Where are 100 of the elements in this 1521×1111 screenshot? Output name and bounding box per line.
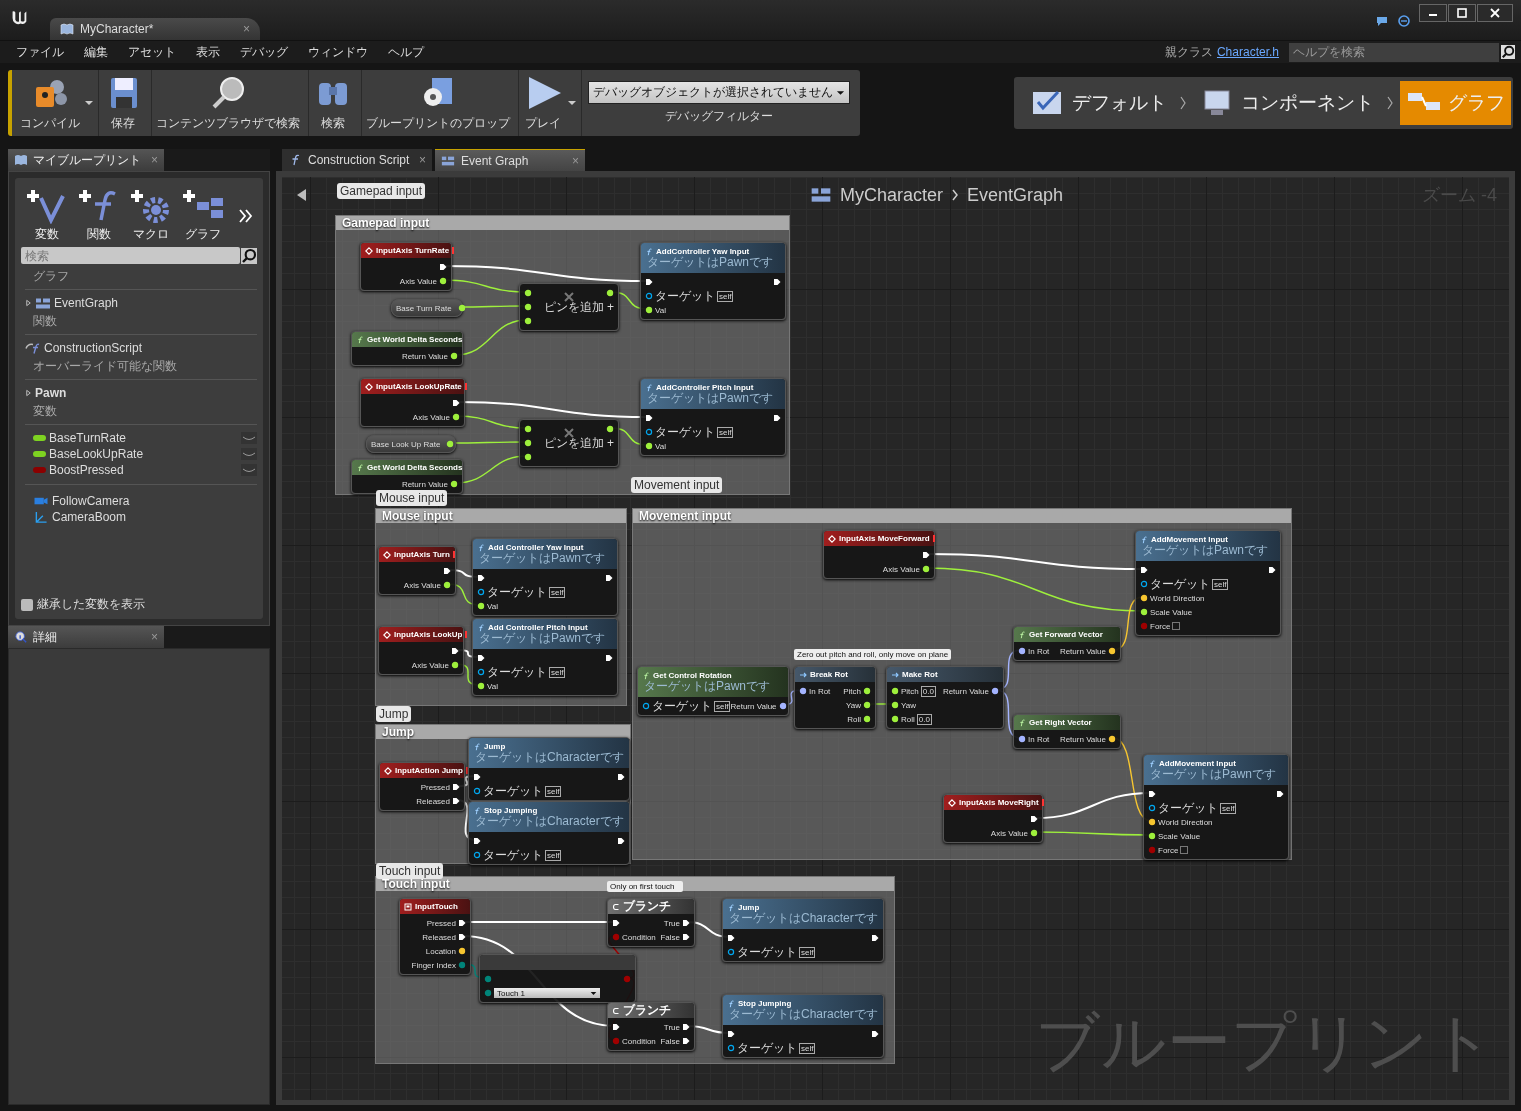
graph-node[interactable]: Break Rot In Rot Pitch Yaw Roll [794, 666, 876, 729]
search-icon[interactable] [241, 247, 257, 264]
exec-pin-icon[interactable] [645, 414, 653, 422]
pin-icon[interactable] [473, 787, 481, 795]
exec-pin-icon[interactable] [452, 399, 460, 407]
exec-pin-icon[interactable] [682, 933, 690, 941]
graph-node[interactable]: InputAction Jump Pressed Released [379, 762, 465, 811]
add-button[interactable]: 関数 [77, 188, 121, 243]
menu-item[interactable]: 表示 [186, 43, 230, 61]
graph-node[interactable]: Base Turn Rate [391, 299, 463, 317]
exec-pin-icon[interactable] [605, 654, 613, 662]
graph-node[interactable]: Stop Jumping ターゲットはCharacterです ターゲット self [468, 801, 630, 865]
graph-node[interactable]: Make Rot Pitch 0.0 Return Value Yaw Roll 0.0 [886, 666, 1004, 729]
exec-pin-icon[interactable] [1030, 815, 1038, 823]
pin-icon[interactable] [1018, 647, 1026, 655]
pin-icon[interactable] [778, 702, 787, 710]
exec-pin-icon[interactable] [612, 919, 620, 927]
comment-bubble[interactable]: Movement input [631, 477, 723, 493]
pin-icon[interactable] [1140, 580, 1148, 588]
pin-icon[interactable] [799, 687, 807, 695]
delegate-pin-icon[interactable] [932, 535, 935, 542]
exec-pin-icon[interactable] [1148, 790, 1156, 798]
pin-icon[interactable] [1148, 804, 1156, 812]
add-button[interactable]: 変数 [25, 188, 69, 243]
node-comment-bubble[interactable]: Zero out pitch and roll, only move on plane [794, 649, 952, 660]
pin-default-field[interactable]: self [717, 290, 734, 302]
caret-icon[interactable] [84, 100, 94, 106]
visibility-icon[interactable] [241, 432, 257, 444]
comment-bubble[interactable]: Touch input [376, 863, 444, 879]
pin-icon[interactable] [727, 1044, 735, 1052]
checkbox[interactable] [21, 598, 33, 611]
caret-icon[interactable] [567, 100, 577, 106]
graph-tab[interactable]: Event Graph × [435, 149, 585, 171]
menu-item[interactable]: ファイル [6, 43, 74, 61]
maximize-button[interactable] [1448, 4, 1476, 22]
graph-node[interactable]: Get World Delta Seconds Return Value [351, 459, 463, 494]
exec-pin-icon[interactable] [682, 919, 690, 927]
exec-pin-icon[interactable] [871, 934, 879, 942]
pin-icon[interactable] [477, 668, 485, 676]
menu-item[interactable]: ヘルプ [378, 43, 434, 61]
pin-checkbox[interactable] [1180, 846, 1189, 854]
variable-entry[interactable]: BoostPressed [25, 462, 257, 478]
exec-pin-icon[interactable] [473, 837, 481, 845]
parent-class-link[interactable]: Character.h [1216, 45, 1279, 59]
exec-pin-icon[interactable] [451, 647, 459, 655]
pin-checkbox[interactable] [1172, 622, 1181, 630]
group-entry[interactable]: Pawn [25, 385, 257, 401]
exec-pin-icon[interactable] [682, 1023, 690, 1031]
function-entry[interactable]: ConstructionScript [25, 340, 257, 356]
pin-icon[interactable] [645, 428, 653, 436]
exec-pin-icon[interactable] [458, 933, 466, 941]
exec-pin-icon[interactable] [477, 574, 485, 582]
graph-node[interactable]: InputAxis LookUp Axis Value [378, 626, 464, 675]
expander-icon[interactable] [25, 389, 32, 397]
toolbar-button[interactable]: ブループリントのプロップ [362, 74, 514, 132]
graph-node[interactable]: Add Controller Yaw Input ターゲットはPawnです ターゲット self Val [472, 538, 618, 616]
exec-pin-icon[interactable] [617, 773, 625, 781]
pin-icon[interactable] [477, 588, 485, 596]
boom-entry[interactable]: CameraBoom [25, 509, 257, 525]
exec-pin-icon[interactable] [617, 837, 625, 845]
exec-pin-icon[interactable] [773, 414, 781, 422]
exec-pin-icon[interactable] [727, 1030, 735, 1038]
panel-tab[interactable]: 詳細 × [8, 626, 164, 648]
pin-icon[interactable] [1018, 735, 1026, 743]
exec-pin-icon[interactable] [458, 919, 466, 927]
search-field[interactable]: 検索 [21, 247, 240, 264]
close-window-button[interactable] [1477, 4, 1513, 22]
graph-node[interactable]: Get Forward Vector In Rot Return Value [1013, 626, 1121, 661]
graph-node[interactable]: AddController Pitch Input ターゲットはPawnです ターゲット self Val [640, 378, 786, 456]
delegate-pin-icon[interactable] [452, 551, 455, 558]
variable-entry[interactable]: BaseLookUpRate [25, 446, 257, 462]
pin-icon[interactable] [727, 948, 735, 956]
exec-pin-icon[interactable] [727, 934, 735, 942]
pin-default-field[interactable]: self [799, 946, 816, 958]
exec-pin-icon[interactable] [452, 783, 460, 791]
pin-default-field[interactable]: self [545, 849, 562, 861]
pin-icon[interactable] [642, 702, 650, 710]
graph-tab[interactable]: Construction Script × [282, 149, 432, 171]
graph-node[interactable]: Jump ターゲットはCharacterです ターゲット self [722, 898, 884, 962]
delegate-pin-icon[interactable] [1041, 799, 1044, 806]
variable-entry[interactable]: BaseTurnRate [25, 430, 257, 446]
exec-pin-icon[interactable] [477, 654, 485, 662]
search-icon[interactable] [1501, 45, 1515, 59]
visibility-icon[interactable] [241, 464, 257, 476]
mode-tab[interactable]: コンポーネント [1193, 81, 1380, 125]
graph-node[interactable]: AddMovement Input ターゲットはPawnです ターゲット self World Direction Scale Value Force [1143, 754, 1289, 860]
toolbar-button[interactable]: プレイ [519, 74, 567, 132]
graph-node[interactable]: InputAxis MoveForward Axis Value [823, 530, 935, 579]
close-tab-button[interactable]: × [243, 22, 250, 36]
chat-bubble-icon[interactable] [1375, 14, 1389, 28]
more-icon[interactable] [237, 207, 253, 224]
menu-item[interactable]: 編集 [74, 43, 118, 61]
graph-node[interactable]: AddMovement Input ターゲットはPawnです ターゲット self World Direction Scale Value Force [1135, 530, 1281, 636]
mode-tab[interactable]: デフォルト [1024, 81, 1173, 125]
exec-pin-icon[interactable] [612, 1023, 620, 1031]
pin-default-field[interactable]: self [549, 666, 566, 678]
graph-node[interactable]: Touch 1 [479, 954, 636, 1003]
graph-node[interactable]: Add Controller Pitch Input ターゲットはPawnです ターゲット self Val [472, 618, 618, 696]
graph-node[interactable]: ブランチ True Condition False [607, 898, 695, 947]
pin-default-field[interactable]: self [545, 785, 562, 797]
